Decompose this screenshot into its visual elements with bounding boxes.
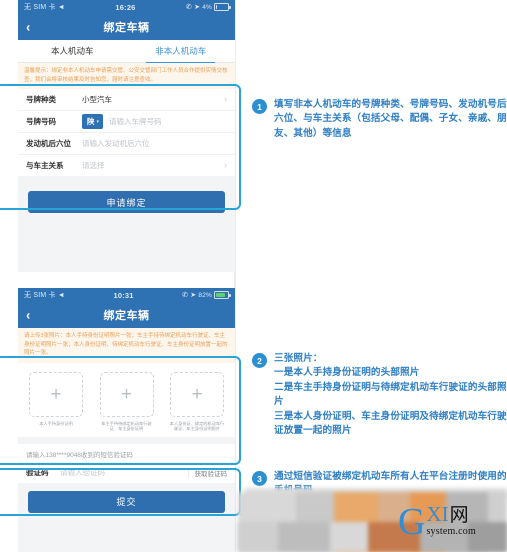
plate-number-input[interactable]: 请输入车牌号码 — [109, 116, 227, 127]
upload-caption: 本人手持身份证明 — [39, 420, 73, 426]
status-bar-right: ✆ ➤ 4% — [186, 3, 231, 11]
battery-icon — [214, 291, 231, 299]
section-gap — [18, 436, 235, 444]
battery-percent-label: 82% — [198, 291, 212, 299]
nav-bar-two: ‹ 绑定车辆 — [18, 302, 235, 328]
upload-caption: 车主手持待绑定机动车行驶证、车主身份证明 — [101, 420, 152, 432]
carrier-label: 无 SIM 卡 — [24, 292, 56, 299]
plate-province-value: 陕 — [87, 117, 95, 127]
wifi-icon: ◄ — [57, 3, 65, 11]
plus-icon[interactable]: + — [29, 371, 83, 417]
location-arrow-icon: ➤ — [194, 3, 201, 11]
sms-code-row: 验证码 请输入验证码 获取验证码 — [18, 461, 235, 483]
tab-bar: 本人机动车 非本人机动车 — [18, 40, 235, 63]
status-bar-time: 16:26 — [115, 2, 136, 12]
sms-code-label: 验证码 — [26, 468, 49, 478]
form-row-owner-relation[interactable]: 与车主关系 请选择 › — [18, 155, 235, 176]
phone-icon: ✆ — [186, 3, 193, 11]
notice-banner-one: 温馨提示：绑定非本人机动车申请需交管、公安交管部门工作人员合作提供实情交核查，我… — [18, 63, 235, 90]
plus-icon[interactable]: + — [99, 371, 154, 417]
nav-bar-one: ‹ 绑定车辆 — [18, 14, 235, 40]
form-row-plate-number[interactable]: 号牌号码 陕 ▾ 请输入车牌号码 — [18, 111, 235, 134]
plate-type-value: 小型汽车 — [82, 95, 112, 105]
section-gap — [18, 176, 235, 184]
status-bar-two: 无 SIM 卡 ◄ 10:31 ✆ ➤ 82% — [18, 288, 235, 302]
annotation-1: 1 填写非本人机动车的号牌种类、号牌号码、发动机号后六位、与车主关系（包括父母、… — [252, 98, 507, 141]
upload-item-combined[interactable]: + 本人身份证、绑定的机动车行驶证、车主身份证明照片 — [168, 371, 226, 432]
status-bar-left: 无 SIM 卡 ◄ — [24, 2, 65, 12]
status-bar-time: 10:31 — [113, 290, 134, 300]
get-code-button[interactable]: 获取验证码 — [187, 467, 227, 478]
status-bar-one: 无 SIM 卡 ◄ 16:26 ✆ ➤ 4% — [18, 0, 235, 14]
battery-percent-label: 4% — [202, 3, 212, 11]
upload-caption: 本人身份证、绑定的机动车行驶证、车主身份证明照片 — [169, 420, 225, 432]
tab-own-vehicle[interactable]: 本人机动车 — [18, 40, 127, 62]
chevron-down-icon: ▾ — [96, 118, 100, 125]
plate-number-label: 号牌号码 — [26, 117, 56, 127]
vehicle-form-card: 号牌种类 小型汽车 › 号牌号码 陕 ▾ 请输入车牌号码 发动机后六位 请输入发… — [18, 89, 235, 177]
annotation-number-badge: 2 — [252, 353, 267, 368]
status-bar-right: ✆ ➤ 82% — [182, 291, 231, 299]
submit-button[interactable]: 提交 — [28, 490, 225, 513]
blurred-overlay-region-lower — [238, 522, 507, 552]
tab-other-vehicle[interactable]: 非本人机动车 — [127, 40, 236, 63]
photo-upload-group: + 本人手持身份证明 + 车主手持待绑定机动车行驶证、车主身份证明 + 本人身份… — [18, 362, 235, 437]
chevron-right-icon: › — [224, 160, 227, 171]
annotation-2: 2 三张照片： 一是本人手持身份证明的头部照片 二是车主手持身份证明与待绑定机动… — [252, 352, 507, 438]
upload-item-self-id[interactable]: + 本人手持身份证明 — [27, 371, 85, 432]
notice-banner-two: 请上传3张照片：本人手持身份证明照片一张；车主手持待绑定机动车行驶证、车主身份证… — [18, 328, 235, 363]
location-arrow-icon: ➤ — [190, 291, 197, 299]
chevron-left-icon[interactable]: ‹ — [26, 21, 30, 34]
engine-number-input[interactable]: 请输入发动机后六位 — [82, 138, 227, 149]
form-row-engine-number[interactable]: 发动机后六位 请输入发动机后六位 — [18, 133, 235, 156]
apply-bind-button[interactable]: 申请绑定 — [28, 191, 225, 214]
carrier-label: 无 SIM 卡 — [24, 4, 56, 11]
plate-province-selector[interactable]: 陕 ▾ — [82, 114, 104, 130]
phone-icon: ✆ — [182, 291, 189, 299]
annotation-text: 三张照片： 一是本人手持身份证明的头部照片 二是车主手持身份证明与待绑定机动车行… — [274, 353, 507, 436]
battery-icon — [214, 3, 231, 11]
sms-hint-text: 请输入138****9048收到的短信验证码 — [18, 443, 235, 462]
status-bar-left: 无 SIM 卡 ◄ — [24, 290, 65, 300]
annotation-number-badge: 3 — [252, 471, 267, 486]
form-row-plate-type[interactable]: 号牌种类 小型汽车 › — [18, 89, 235, 112]
phone-screenshot-one: 无 SIM 卡 ◄ 16:26 ✆ ➤ 4% ‹ 绑定车辆 本人机动车 非本人机… — [18, 0, 235, 272]
plus-icon[interactable]: + — [170, 371, 224, 417]
owner-relation-value: 请选择 — [82, 161, 105, 171]
chevron-right-icon: › — [224, 94, 227, 105]
plate-type-label: 号牌种类 — [26, 95, 56, 105]
chevron-left-icon[interactable]: ‹ — [26, 309, 30, 322]
wifi-icon: ◄ — [57, 291, 65, 299]
page-title-two: 绑定车辆 — [103, 310, 150, 322]
engine-number-label: 发动机后六位 — [26, 139, 71, 149]
upload-item-owner-license[interactable]: + 车主手持待绑定机动车行驶证、车主身份证明 — [98, 371, 156, 432]
owner-relation-label: 与车主关系 — [26, 161, 64, 171]
page-title-one: 绑定车辆 — [103, 22, 150, 34]
annotation-text: 填写非本人机动车的号牌种类、号牌号码、发动机号后六位、与车主关系（包括父母、配偶… — [274, 99, 507, 139]
sms-code-input[interactable]: 请输入验证码 — [60, 467, 188, 478]
annotation-number-badge: 1 — [252, 99, 267, 114]
phone-screenshot-two: 无 SIM 卡 ◄ 10:31 ✆ ➤ 82% ‹ 绑定车辆 请上传3张照片：本… — [18, 288, 235, 552]
